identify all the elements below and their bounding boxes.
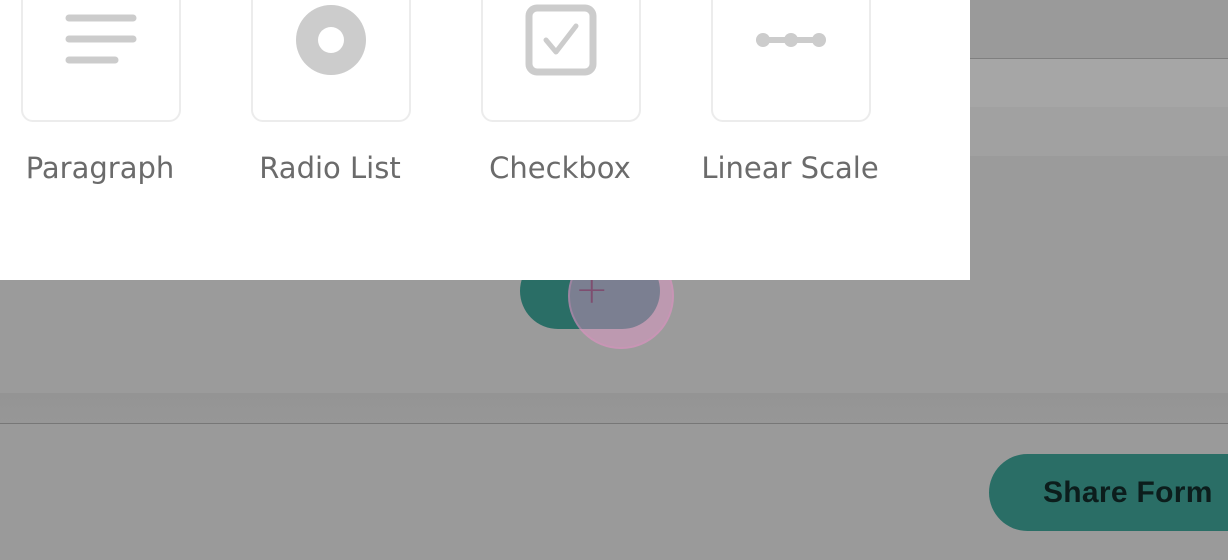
- radio-icon: [296, 5, 366, 75]
- type-option-radio-list[interactable]: Radio List: [215, 0, 445, 210]
- type-option-checkbox[interactable]: Checkbox: [445, 0, 675, 210]
- background-section: [970, 59, 1228, 107]
- type-tile: [481, 0, 641, 122]
- type-label: Paragraph: [25, 151, 175, 185]
- type-tile: [251, 0, 411, 122]
- type-label: Checkbox: [489, 151, 631, 185]
- paragraph-icon: [65, 14, 137, 64]
- checkbox-icon: [525, 4, 597, 76]
- background-header: [970, 0, 1228, 59]
- linear-scale-icon: [756, 33, 826, 47]
- share-form-button[interactable]: Share Form: [989, 454, 1228, 531]
- type-label: Radio List: [259, 151, 401, 185]
- question-type-picker: Paragraph Radio List Checkbox Linear Sca…: [0, 0, 970, 280]
- background-divider: [0, 393, 1228, 424]
- background-section: [970, 107, 1228, 156]
- type-option-paragraph[interactable]: Paragraph: [0, 0, 215, 210]
- type-option-linear-scale[interactable]: Linear Scale: [675, 0, 905, 210]
- type-tile: [711, 0, 871, 122]
- type-label: Linear Scale: [701, 151, 879, 185]
- type-tile: [21, 0, 181, 122]
- share-form-label: Share Form: [1043, 476, 1213, 509]
